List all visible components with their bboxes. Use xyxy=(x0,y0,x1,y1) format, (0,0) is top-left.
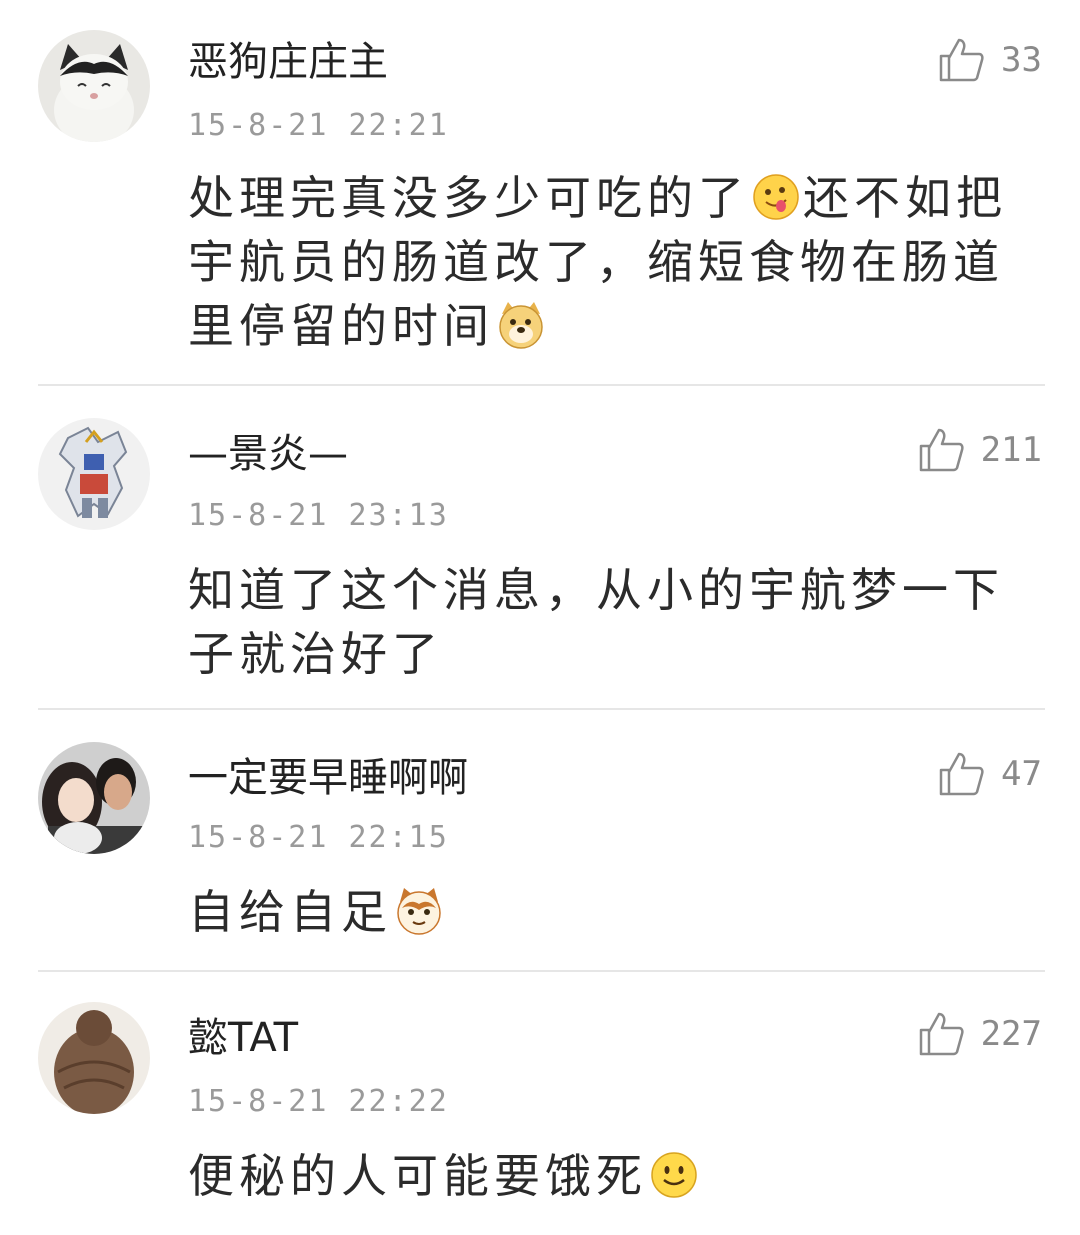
doge-emoji xyxy=(499,302,543,349)
comment-text-part: 自给自足 xyxy=(188,885,392,939)
couple-avatar-image xyxy=(38,742,150,854)
cat-face-emoji xyxy=(397,888,441,935)
comment-item: 恶狗庄庄主 33 15-8-21 22:21 处理完真没多少可吃的了 还不如把宇航… xyxy=(0,0,1080,386)
avatar[interactable] xyxy=(38,418,150,530)
tongue-out-emoji xyxy=(753,174,799,220)
username[interactable]: —景炎— xyxy=(188,430,348,478)
timestamp: 15-8-21 22:21 xyxy=(188,108,449,143)
username[interactable]: 一定要早睡啊啊 xyxy=(188,754,468,802)
comment-item: 懿TAT 227 15-8-21 22:22 便秘的人可能要饿死 xyxy=(0,972,1080,1235)
comment-text: 自给自足 xyxy=(188,880,1038,944)
comment-text: 便秘的人可能要饿死 xyxy=(188,1144,1038,1208)
thumbs-up-icon xyxy=(939,752,984,796)
comment-text: 知道了这个消息，从小的宇航梦一下子就治好了 xyxy=(188,558,1038,686)
timestamp: 15-8-21 23:13 xyxy=(188,498,449,533)
like-count: 227 xyxy=(980,1014,1042,1054)
timestamp: 15-8-21 22:22 xyxy=(188,1084,449,1119)
comment-text-part: 便秘的人可能要饿死 xyxy=(188,1149,647,1203)
like-count: 33 xyxy=(1001,40,1042,80)
avatar[interactable] xyxy=(38,1002,150,1114)
like-button[interactable]: 47 xyxy=(937,750,1042,798)
robot-avatar-image xyxy=(38,418,150,530)
avatar[interactable] xyxy=(38,30,150,142)
like-button[interactable]: 227 xyxy=(917,1010,1042,1058)
cat-avatar-image xyxy=(38,30,150,142)
like-count: 211 xyxy=(980,430,1042,470)
thumbs-up-icon xyxy=(919,428,964,472)
timestamp: 15-8-21 22:15 xyxy=(188,820,449,855)
comment-text-part: 处理完真没多少可吃的了 xyxy=(188,171,749,225)
comment-text-part: 知道了这个消息，从小的宇航梦一下子就治好了 xyxy=(188,563,1004,681)
avatar[interactable] xyxy=(38,742,150,854)
username[interactable]: 懿TAT xyxy=(188,1014,298,1062)
smile-emoji xyxy=(651,1152,697,1198)
username[interactable]: 恶狗庄庄主 xyxy=(188,38,388,86)
hair-bun-avatar-image xyxy=(38,1002,150,1114)
comment-text: 处理完真没多少可吃的了 还不如把宇航员的肠道改了，缩短食物在肠道里停留的时间 xyxy=(188,166,1038,358)
comment-item: 一定要早睡啊啊 47 15-8-21 22:15 自给自足 xyxy=(0,710,1080,972)
thumbs-up-icon xyxy=(939,38,984,82)
thumbs-up-icon xyxy=(919,1012,964,1056)
like-count: 47 xyxy=(1001,754,1042,794)
like-button[interactable]: 211 xyxy=(917,426,1042,474)
like-button[interactable]: 33 xyxy=(937,36,1042,84)
comment-item: —景炎— 211 15-8-21 23:13 知道了这个消息，从小的宇航梦一下子… xyxy=(0,386,1080,710)
